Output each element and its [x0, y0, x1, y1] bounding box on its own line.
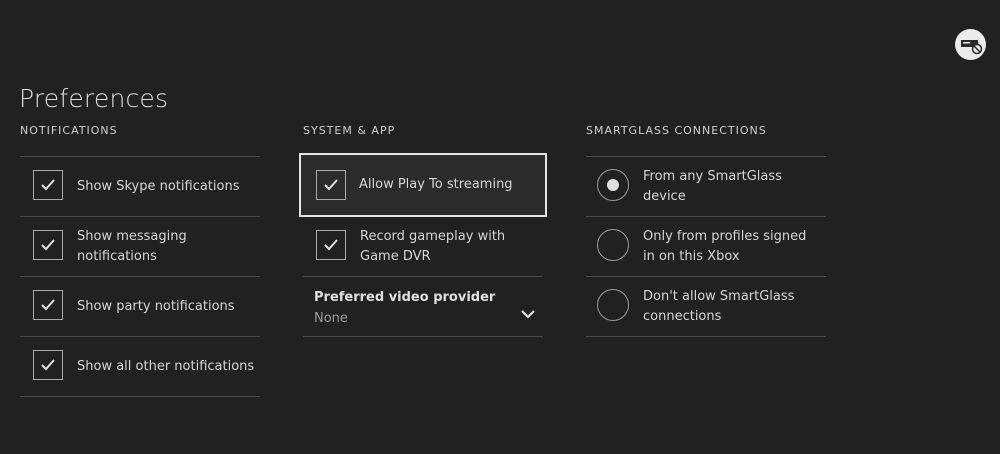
smartglass-heading: SMARTGLASS CONNECTIONS [586, 124, 767, 137]
smartglass-disallow-label: Don't allow SmartGlass connections [643, 288, 795, 324]
smartglass-any-device-option[interactable]: From any SmartGlass device [586, 157, 826, 217]
checkbox-checked-icon [316, 170, 346, 200]
party-notifications-toggle[interactable]: Show party notifications [20, 277, 260, 337]
system-app-list: Allow Play To streaming Record gameplay … [299, 153, 547, 337]
play-to-streaming-toggle[interactable]: Allow Play To streaming [299, 153, 547, 217]
checkbox-checked-icon [316, 230, 346, 260]
messaging-notifications-label: Show messaging notifications [77, 228, 187, 264]
radio-unselected-icon [597, 289, 629, 321]
notifications-list: Show Skype notifications Show messaging … [20, 156, 260, 397]
play-to-streaming-label: Allow Play To streaming [359, 177, 513, 192]
chevron-down-icon [521, 304, 535, 323]
smartglass-any-device-label: From any SmartGlass device [643, 168, 782, 204]
game-dvr-toggle[interactable]: Record gameplay with Game DVR [303, 217, 543, 277]
radio-unselected-icon [597, 229, 629, 261]
console-network-blocked-icon[interactable] [955, 29, 986, 60]
radio-selected-icon [597, 169, 629, 201]
notifications-section: NOTIFICATIONS Show Skype notifications S… [20, 124, 260, 397]
notifications-heading: NOTIFICATIONS [20, 124, 118, 137]
checkbox-checked-icon [33, 290, 63, 320]
skype-notifications-label: Show Skype notifications [77, 178, 240, 194]
page-title: Preferences [19, 84, 169, 113]
smartglass-disallow-option[interactable]: Don't allow SmartGlass connections [586, 277, 826, 337]
system-app-heading: SYSTEM & APP [303, 124, 396, 137]
video-provider-value: None [314, 311, 348, 326]
other-notifications-toggle[interactable]: Show all other notifications [20, 337, 260, 397]
video-provider-dropdown[interactable]: Preferred video provider None [303, 277, 543, 337]
checkbox-checked-icon [33, 350, 63, 380]
checkbox-checked-icon [33, 230, 63, 260]
system-app-section: SYSTEM & APP Allow Play To streaming Rec… [299, 124, 547, 337]
smartglass-signed-in-label: Only from profiles signed in on this Xbo… [643, 228, 807, 264]
video-provider-label: Preferred video provider [314, 290, 496, 305]
smartglass-section: SMARTGLASS CONNECTIONS From any SmartGla… [586, 124, 826, 337]
smartglass-signed-in-option[interactable]: Only from profiles signed in on this Xbo… [586, 217, 826, 277]
other-notifications-label: Show all other notifications [77, 358, 255, 374]
checkbox-checked-icon [33, 170, 63, 200]
messaging-notifications-toggle[interactable]: Show messaging notifications [20, 217, 260, 277]
skype-notifications-toggle[interactable]: Show Skype notifications [20, 157, 260, 217]
smartglass-list: From any SmartGlass device Only from pro… [586, 156, 826, 337]
game-dvr-label: Record gameplay with Game DVR [360, 228, 506, 264]
party-notifications-label: Show party notifications [77, 298, 235, 314]
